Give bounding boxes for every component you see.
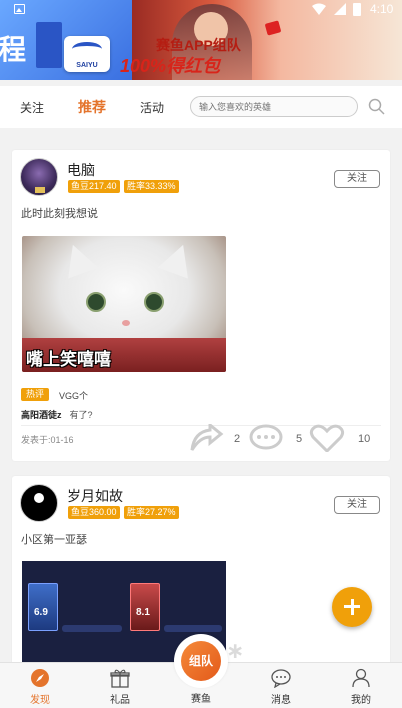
status-time: 4:10 (370, 2, 394, 16)
tab-recommend[interactable]: 推荐 (78, 97, 106, 117)
nav-label: 我的 (351, 695, 371, 706)
post-username[interactable]: 电脑 (67, 160, 95, 180)
comment-text: 有了? (69, 410, 93, 420)
nav-discover[interactable]: 发现 (0, 663, 80, 708)
gift-icon (110, 669, 130, 688)
book-graphic (36, 22, 62, 68)
tab-activity[interactable]: 活动 (140, 99, 164, 116)
post-text: 此时此刻我想说 (21, 208, 98, 220)
signal-icon (334, 3, 346, 15)
profile-icon (352, 668, 370, 688)
comment-icon[interactable] (248, 424, 284, 452)
banner-left-char: 程 (0, 33, 27, 66)
image-notification-icon (14, 4, 25, 14)
post-image[interactable]: 嘴上笑嘻嘻 (22, 236, 226, 372)
comment-user[interactable]: 高阳酒徒z (21, 410, 62, 420)
nav-label: 礼品 (110, 695, 130, 706)
saiyu-logo: SAIYU (64, 36, 110, 72)
wifi-icon (312, 3, 326, 15)
comment-preview[interactable]: 高阳酒徒z 有了? (21, 408, 93, 421)
search-box[interactable] (190, 96, 358, 117)
hot-comment-tag: 热评 (21, 388, 50, 401)
post-username[interactable]: 岁月如故 (67, 486, 123, 506)
nav-profile[interactable]: 我的 (321, 663, 401, 708)
search-icon[interactable] (368, 98, 385, 115)
create-post-button[interactable] (332, 587, 372, 627)
feed-tab-bar: 关注 推荐 活动 (0, 86, 402, 128)
team-up-button[interactable]: 组队 (174, 634, 228, 688)
logo-text: SAIYU (76, 62, 98, 69)
beans-tag: 鱼豆217.40 (68, 180, 120, 193)
follow-button[interactable]: 关注 (334, 170, 380, 188)
status-bar: 4:10 (0, 0, 402, 20)
nav-messages[interactable]: 消息 (241, 663, 321, 708)
stat-bar (62, 625, 122, 632)
share-icon[interactable] (188, 424, 224, 452)
player-score: 6.9 (34, 607, 48, 618)
nav-gifts[interactable]: 礼品 (80, 663, 160, 708)
like-icon[interactable] (309, 424, 345, 452)
image-caption: 嘴上笑嘻嘻 (26, 350, 111, 369)
post-text: 小区第一亚瑟 (21, 534, 87, 546)
nav-label: 赛鱼 (191, 694, 211, 705)
avatar[interactable] (20, 484, 58, 522)
search-input[interactable] (191, 97, 357, 117)
post-time: 发表于:01-16 (21, 435, 74, 445)
comment-count: 5 (296, 433, 303, 445)
like-count: 10 (358, 433, 371, 445)
share-count: 2 (234, 433, 241, 445)
avatar[interactable] (20, 158, 58, 196)
hot-comment-text: VGG个 (59, 391, 89, 401)
tab-follow[interactable]: 关注 (20, 99, 44, 116)
red-envelope-icon (264, 20, 282, 36)
follow-button[interactable]: 关注 (334, 496, 380, 514)
battery-icon (353, 3, 361, 16)
winrate-tag: 胜率33.33% (124, 180, 179, 193)
post-card[interactable]: 电脑 鱼豆217.40 胜率33.33% 关注 此时此刻我想说 嘴上笑嘻嘻 热评… (12, 150, 390, 461)
team-icon: 组队 (181, 641, 221, 681)
nav-label: 发现 (30, 695, 50, 706)
stat-bar (164, 625, 222, 632)
player-score: 8.1 (136, 607, 150, 618)
beans-tag: 鱼豆360.00 (68, 506, 120, 519)
promo-line2: 100%得红包 (120, 56, 221, 76)
winrate-tag: 胜率27.27% (124, 506, 179, 519)
message-icon (271, 669, 291, 688)
watermark: ∗ (226, 638, 245, 663)
nav-label: 消息 (271, 695, 291, 706)
compass-icon (31, 669, 49, 687)
